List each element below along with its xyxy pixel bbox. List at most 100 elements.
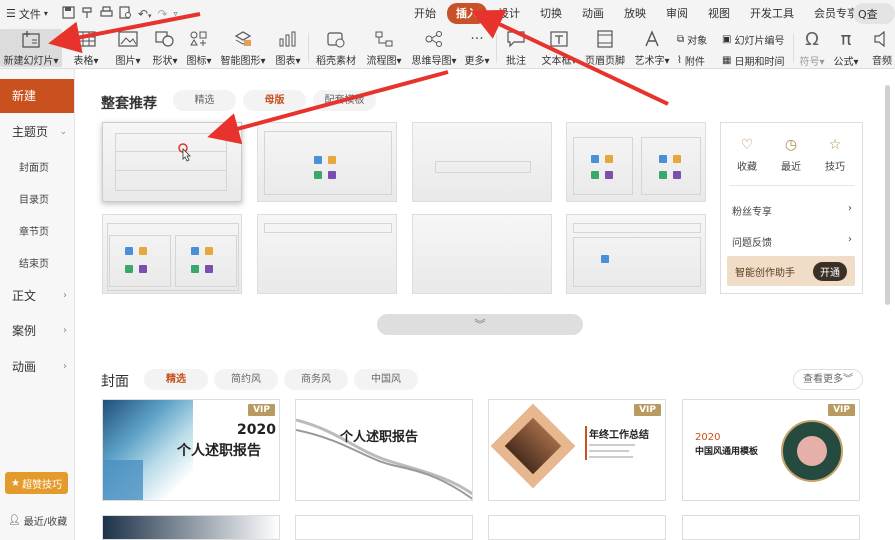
save-icon[interactable] <box>62 6 75 21</box>
search-box[interactable]: Q查 <box>853 3 895 24</box>
format-painter-icon[interactable] <box>81 6 94 21</box>
master-card[interactable] <box>257 122 397 202</box>
template-card[interactable]: VIP 2020 个人述职报告 <box>102 399 280 501</box>
print-preview-icon[interactable] <box>119 6 132 21</box>
star-outline-icon: ☆ <box>828 137 842 153</box>
ribbon-tabs: 开始 插入 设计 切换 动画 放映 审阅 视图 开发工具 会员专享 <box>405 3 869 24</box>
tab-chinese-style[interactable]: 中国风 <box>354 369 418 390</box>
skills-button[interactable]: ★ 超赞技巧 <box>5 472 68 494</box>
template-card[interactable] <box>102 515 280 540</box>
formula-button[interactable]: π 公式▾ <box>831 29 861 68</box>
tab-view[interactable]: 视图 <box>699 3 739 24</box>
tab-animation[interactable]: 动画 <box>573 3 613 24</box>
master-card[interactable] <box>566 122 706 202</box>
tips-button[interactable]: ☆ 技巧 <box>815 137 855 173</box>
picture-icon <box>118 29 138 49</box>
textbox-button[interactable]: 文本框▾ <box>539 29 579 67</box>
scrollbar[interactable] <box>885 85 890 305</box>
print-icon[interactable] <box>100 6 113 21</box>
flowchart-icon <box>374 29 394 49</box>
feedback-link[interactable]: 问题反馈 › <box>732 234 852 249</box>
shape-button[interactable]: 形状▾ <box>149 29 181 67</box>
smartart-button[interactable]: 智能图形▾ <box>219 29 267 67</box>
tab-matching-template[interactable]: 配套模板 <box>313 90 376 111</box>
chart-icon <box>278 29 298 49</box>
template-card[interactable] <box>488 515 666 540</box>
sidebar-item-case[interactable]: 案例 › <box>12 322 67 339</box>
recent-favorites-button[interactable]: 👤︎ 最近/收藏 <box>8 513 67 528</box>
picture-button[interactable]: 图片▾ <box>112 29 144 67</box>
icon-library-icon <box>189 29 209 49</box>
tab-design[interactable]: 设计 <box>489 3 529 24</box>
mindmap-button[interactable]: 思维导图▾ <box>409 29 459 67</box>
chart-button[interactable]: 图表▾ <box>273 29 303 67</box>
master-card[interactable] <box>412 122 552 202</box>
tab-master[interactable]: 母版 <box>243 90 306 111</box>
tab-featured[interactable]: 精选 <box>144 369 208 390</box>
fans-exclusive-link[interactable]: 粉丝专享 › <box>732 203 852 218</box>
title-bar: ☰ 文件 ▾ ↶▾ ↷ ▿ 开始 插入 设计 切换 动画 放映 审阅 视图 开发… <box>0 0 895 27</box>
chevron-right-icon: › <box>63 325 67 336</box>
see-more-button[interactable]: 查看更多︾ <box>793 369 863 390</box>
master-card[interactable] <box>566 214 706 294</box>
slide-number-button[interactable]: ▣ 幻灯片编号 <box>722 32 784 47</box>
category-sidebar: 新建 主题页 ⌄ 封面页 目录页 章节页 结束页 正文 › 案例 › 动画 › ★ 超赞技… <box>0 69 75 540</box>
master-card[interactable] <box>257 214 397 294</box>
omega-icon: Ω <box>805 29 819 50</box>
expand-button[interactable]: ︾ <box>377 314 583 335</box>
table-button[interactable]: 表格▾ <box>70 29 102 67</box>
object-button[interactable]: ⧉ 对象 <box>677 32 707 47</box>
smartart-icon <box>233 29 253 49</box>
sidebar-item-toc[interactable]: 目录页 <box>19 191 49 206</box>
header-footer-button[interactable]: 页眉页脚 <box>584 29 626 67</box>
template-card[interactable]: 个人述职报告 <box>295 399 473 501</box>
more-button[interactable]: ··· 更多▾ <box>462 29 492 67</box>
tab-review[interactable]: 审阅 <box>657 3 697 24</box>
comment-button[interactable]: 批注 <box>502 29 530 67</box>
template-card[interactable] <box>682 515 860 540</box>
ai-assistant-banner[interactable]: 智能创作助手 开通 <box>727 256 855 286</box>
favorites-button[interactable]: ♡ 收藏 <box>727 137 767 173</box>
template-card[interactable] <box>295 515 473 540</box>
symbol-button[interactable]: Ω 符号▾ <box>797 29 827 68</box>
file-menu[interactable]: ☰ 文件 ▾ <box>6 6 48 22</box>
docer-material-button[interactable]: 稻壳素材 <box>313 29 359 67</box>
master-card[interactable] <box>102 122 242 202</box>
wordart-button[interactable]: 艺术字▾ <box>632 29 672 67</box>
attachment-button[interactable]: ⌇ 附件 <box>677 53 705 68</box>
tab-insert[interactable]: 插入 <box>447 3 487 24</box>
tab-slideshow[interactable]: 放映 <box>615 3 655 24</box>
template-card[interactable]: VIP 年终工作总结 <box>488 399 666 501</box>
sidebar-item-new[interactable]: 新建 <box>0 79 74 113</box>
tab-business[interactable]: 商务风 <box>284 369 348 390</box>
sidebar-item-chapter[interactable]: 章节页 <box>19 223 49 238</box>
chevron-down-icon: ⌄ <box>59 126 67 137</box>
undo-icon[interactable]: ↶▾ <box>138 8 152 20</box>
datetime-button[interactable]: ▦ 日期和时间 <box>722 53 784 68</box>
master-card[interactable] <box>412 214 552 294</box>
speaker-icon <box>873 29 891 49</box>
hamburger-icon: ☰ <box>6 7 16 20</box>
tab-featured[interactable]: 精选 <box>173 90 236 111</box>
recent-button[interactable]: ◷ 最近 <box>771 137 811 173</box>
header-footer-icon <box>595 29 615 49</box>
audio-button[interactable]: 音频 <box>869 29 895 67</box>
flowchart-button[interactable]: 流程图▾ <box>364 29 404 67</box>
sidebar-item-theme[interactable]: 主题页 ⌄ <box>12 123 67 140</box>
template-card[interactable]: VIP 2020 中国风通用模板 <box>682 399 860 501</box>
customize-dropdown-icon[interactable]: ▿ <box>174 9 178 18</box>
sidebar-item-animation[interactable]: 动画 › <box>12 358 67 375</box>
tab-simple[interactable]: 简约风 <box>214 369 278 390</box>
activate-button[interactable]: 开通 <box>813 261 847 281</box>
redo-icon[interactable]: ↷ <box>157 8 167 20</box>
sidebar-item-end[interactable]: 结束页 <box>19 255 49 270</box>
tab-transition[interactable]: 切换 <box>531 3 571 24</box>
icon-button[interactable]: 图标▾ <box>184 29 214 67</box>
new-slide-button[interactable]: 新建幻灯片▾ <box>0 29 62 67</box>
tab-home[interactable]: 开始 <box>405 3 445 24</box>
double-chevron-icon: ︾ <box>843 374 853 385</box>
tab-developer[interactable]: 开发工具 <box>741 3 803 24</box>
sidebar-item-body[interactable]: 正文 › <box>12 287 67 304</box>
master-card[interactable] <box>102 214 242 294</box>
sidebar-item-cover[interactable]: 封面页 <box>19 159 49 174</box>
